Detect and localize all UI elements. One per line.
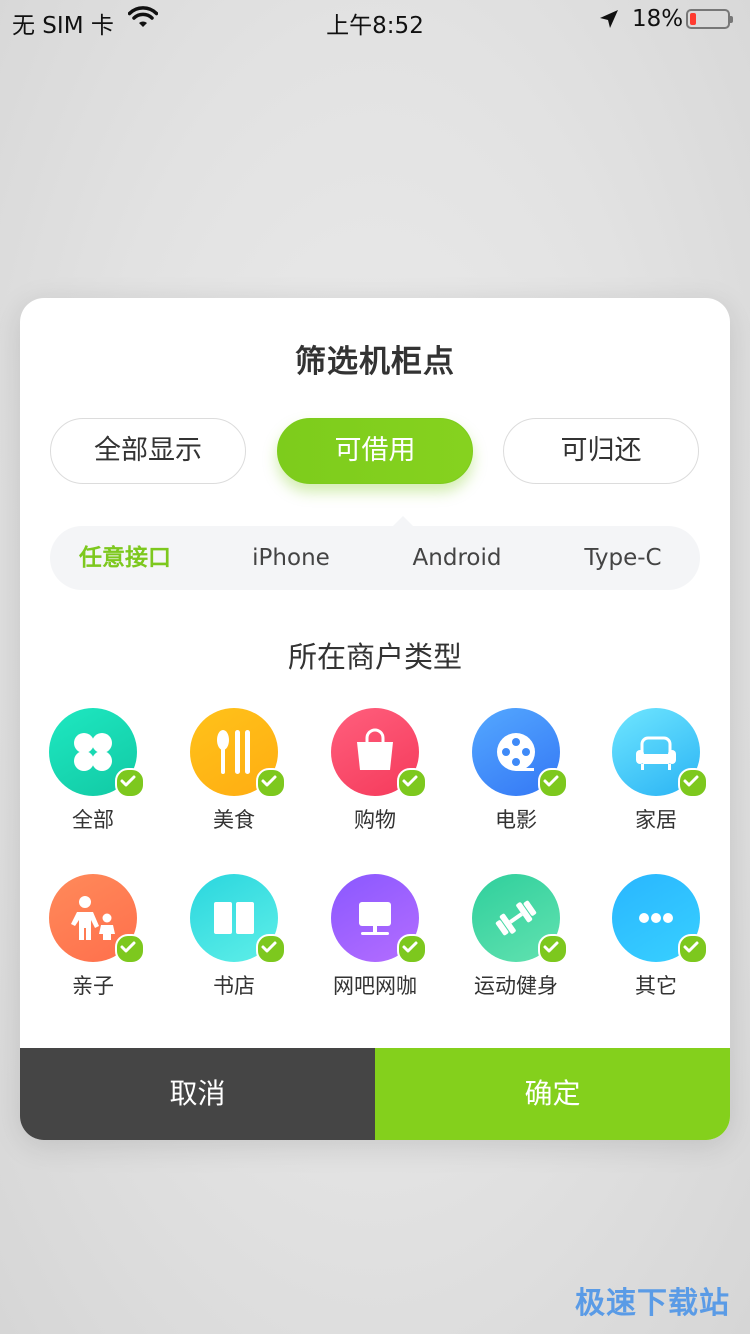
check-badge-icon [538, 934, 568, 964]
modal-footer: 取消 确定 [20, 1048, 730, 1140]
merchant-type-title: 所在商户类型 [287, 640, 462, 674]
cancel-button[interactable]: 取消 [20, 1048, 375, 1140]
port-any-tab[interactable]: 任意接口 [50, 526, 200, 590]
check-badge-icon [256, 768, 286, 798]
check-badge-icon [538, 768, 568, 798]
port-typec-tab[interactable]: Type-C [548, 526, 698, 590]
check-badge-icon [256, 934, 286, 964]
port-type-filter: 任意接口 iPhone Android Type-C [50, 516, 700, 590]
category-label: 购物 [354, 808, 396, 832]
port-bar-pointer [393, 516, 413, 526]
availability-filter: 全部显示 可借用 可归还 [50, 418, 700, 484]
check-badge-icon [397, 768, 427, 798]
category-kids[interactable]: 亲子 [33, 874, 153, 1000]
category-shopping[interactable]: 购物 [315, 708, 435, 834]
watermark-text: 极速下载站 [575, 1286, 730, 1321]
category-other[interactable]: 其它 [596, 874, 716, 1000]
check-badge-icon [678, 934, 708, 964]
category-label: 家居 [635, 808, 677, 832]
port-android-tab[interactable]: Android [382, 526, 532, 590]
category-internet-cafe[interactable]: 网吧网咖 [315, 874, 435, 1000]
check-badge-icon [115, 768, 145, 798]
modal-title: 筛选机柜点 [295, 344, 455, 380]
check-badge-icon [115, 934, 145, 964]
battery-level-fill [690, 13, 696, 25]
category-label: 运动健身 [474, 974, 558, 998]
category-fitness[interactable]: 运动健身 [456, 874, 576, 1000]
filter-borrowable-button[interactable]: 可借用 [277, 418, 473, 484]
category-label: 电影 [495, 808, 537, 832]
port-iphone-tab[interactable]: iPhone [216, 526, 366, 590]
filter-show-all-button[interactable]: 全部显示 [50, 418, 246, 484]
category-label: 全部 [72, 808, 114, 832]
category-label: 亲子 [72, 974, 114, 998]
category-food[interactable]: 美食 [174, 708, 294, 834]
check-badge-icon [678, 768, 708, 798]
category-label: 美食 [213, 808, 255, 832]
battery-icon [686, 9, 733, 29]
filter-returnable-button[interactable]: 可归还 [503, 418, 699, 484]
category-label: 其它 [635, 974, 677, 998]
status-bar: 无 SIM 卡 上午8:52 18% [0, 0, 750, 40]
check-badge-icon [397, 934, 427, 964]
category-movie[interactable]: 电影 [456, 708, 576, 834]
category-home[interactable]: 家居 [596, 708, 716, 834]
category-label: 网吧网咖 [333, 974, 417, 998]
category-all[interactable]: 全部 [33, 708, 153, 834]
filter-modal: 筛选机柜点 全部显示 可借用 可归还 任意接口 iPhone Android T… [20, 298, 730, 1140]
location-arrow-icon [598, 8, 620, 34]
confirm-button[interactable]: 确定 [375, 1048, 730, 1140]
battery-percent: 18% [632, 6, 684, 32]
category-label: 书店 [213, 974, 255, 998]
category-bookstore[interactable]: 书店 [174, 874, 294, 1000]
